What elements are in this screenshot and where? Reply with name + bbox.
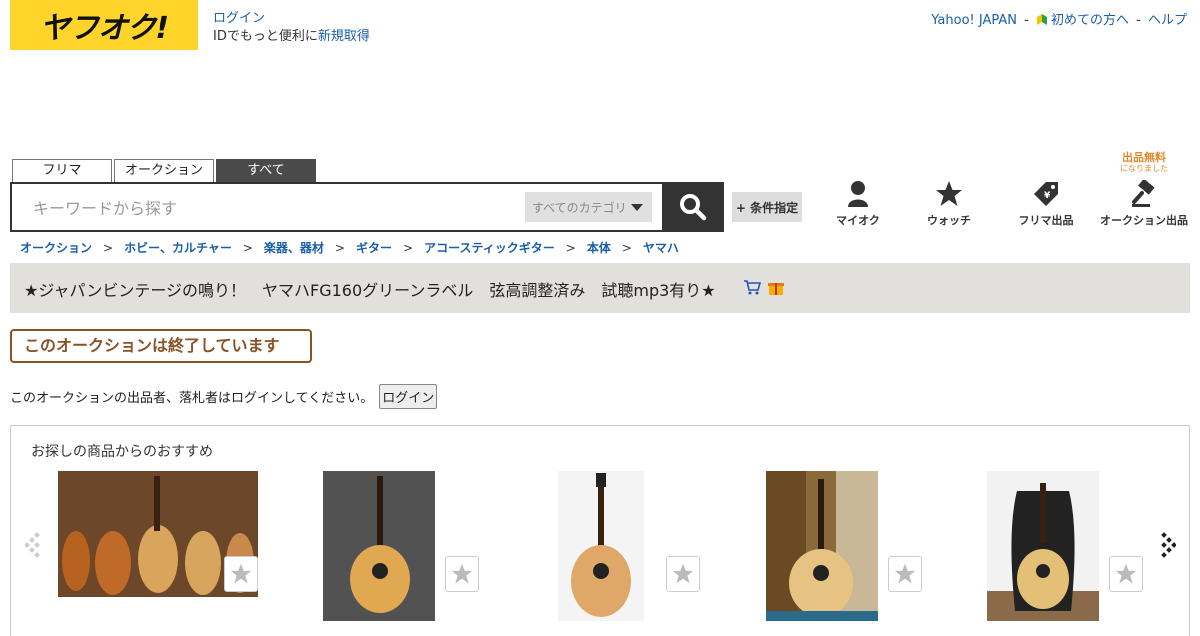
breadcrumb-item[interactable]: アコースティックギター: [424, 241, 555, 255]
breadcrumb-separator: >: [334, 241, 345, 255]
star-icon: [451, 563, 473, 584]
breadcrumb-separator: >: [403, 241, 414, 255]
beginner-mark-icon: [1036, 14, 1047, 25]
breadcrumb-separator: >: [103, 241, 114, 255]
category-select[interactable]: すべてのカテゴリ: [525, 192, 652, 222]
gavel-icon: [1132, 180, 1155, 207]
nav-label: マイオク: [836, 214, 880, 227]
product-image[interactable]: [558, 471, 644, 621]
beginners-link[interactable]: 初めての方へ: [1051, 13, 1129, 28]
login-prompt: IDでもっと便利に: [213, 29, 318, 44]
watch-star-button[interactable]: [888, 556, 922, 592]
free-listing-badge: 出品無料 になりました: [1104, 152, 1184, 174]
price-tag-icon: ¥: [1034, 182, 1058, 206]
search-button[interactable]: [662, 182, 724, 232]
login-notice-text: このオークションの出品者、落札者はログインしてください。: [10, 391, 374, 406]
star-icon: [672, 563, 694, 584]
separator: -: [1136, 13, 1141, 28]
top-links: Yahoo! JAPAN - 初めての方へ - ヘルプ: [931, 9, 1187, 28]
search-input[interactable]: [12, 184, 535, 232]
separator: -: [1024, 13, 1029, 28]
breadcrumb: オークション > ホビー、カルチャー > 楽器、器材 > ギター > アコースティックギター > 本…: [20, 239, 679, 256]
watch-link[interactable]: ウォッチ: [904, 180, 994, 228]
breadcrumb-item[interactable]: 楽器、器材: [264, 241, 324, 255]
watch-star-button[interactable]: [666, 556, 700, 592]
login-button[interactable]: ログイン: [379, 384, 438, 409]
recommendations-panel: お探しの商品からのおすすめ: [10, 425, 1190, 636]
nav-label: フリマ出品: [1018, 214, 1074, 227]
product-image[interactable]: [323, 471, 435, 621]
prev-arrow-icon[interactable]: [25, 531, 45, 559]
person-icon: [848, 181, 868, 207]
watch-star-button[interactable]: [1109, 556, 1143, 592]
breadcrumb-separator: >: [621, 241, 632, 255]
breadcrumb-separator: >: [565, 241, 576, 255]
nav-label: ウォッチ: [927, 214, 971, 227]
auction-ended-label: このオークションは終了しています: [10, 329, 312, 363]
nav-label: オークション出品: [1100, 214, 1188, 227]
item-title: ★ジャパンビンテージの鳴り！ ヤマハFG160グリーンラベル 弦高調整済み 試聴…: [24, 281, 716, 300]
star-icon: [894, 563, 916, 584]
star-icon: [936, 181, 962, 206]
breadcrumb-separator: >: [242, 241, 253, 255]
free-badge-sub: になりました: [1120, 164, 1168, 173]
search-tabs: フリマ オークション すべて: [12, 159, 317, 182]
svg-text:¥: ¥: [1044, 191, 1051, 201]
breadcrumb-item[interactable]: ホビー、カルチャー: [124, 241, 232, 255]
product-image[interactable]: [987, 471, 1099, 621]
signup-link[interactable]: 新規取得: [318, 29, 370, 44]
cart-icon: [744, 280, 761, 295]
tab-all[interactable]: すべて: [216, 159, 316, 182]
breadcrumb-item[interactable]: ギター: [356, 241, 392, 255]
login-link[interactable]: ログイン: [213, 11, 265, 26]
watch-star-button[interactable]: [224, 556, 258, 592]
star-icon: [1115, 563, 1137, 584]
yahuoku-logo[interactable]: ヤフオク!: [10, 0, 198, 50]
product-image[interactable]: [766, 471, 878, 621]
tab-auction[interactable]: オークション: [114, 159, 214, 182]
breadcrumb-item[interactable]: ヤマハ: [643, 241, 679, 255]
yahoo-japan-link[interactable]: Yahoo! JAPAN: [931, 13, 1017, 28]
watch-star-button[interactable]: [445, 556, 479, 592]
recommendations-title: お探しの商品からのおすすめ: [31, 444, 213, 460]
logo-text: ヤフオク!: [39, 11, 169, 46]
chevron-down-icon: [630, 203, 643, 211]
search-box: すべてのカテゴリ: [10, 182, 664, 232]
help-link[interactable]: ヘルプ: [1148, 13, 1187, 28]
category-value: すべてのカテゴリ: [532, 200, 627, 215]
login-box: ログイン IDでもっと便利に新規取得: [213, 10, 370, 46]
breadcrumb-item[interactable]: 本体: [587, 241, 611, 255]
tab-furima[interactable]: フリマ: [12, 159, 112, 182]
gift-icon: [768, 283, 784, 295]
furima-sell-link[interactable]: ¥ フリマ出品: [1001, 180, 1091, 228]
condition-button[interactable]: + 条件指定: [732, 192, 802, 222]
my-auction-link[interactable]: マイオク: [813, 180, 903, 228]
star-icon: [230, 563, 252, 584]
search-icon: [680, 194, 707, 221]
item-title-bar: ★ジャパンビンテージの鳴り！ ヤマハFG160グリーンラベル 弦高調整済み 試聴…: [10, 263, 1190, 313]
auction-sell-link[interactable]: オークション出品: [1098, 180, 1190, 228]
next-arrow-icon[interactable]: [1156, 531, 1176, 559]
breadcrumb-item[interactable]: オークション: [20, 241, 92, 255]
login-notice: このオークションの出品者、落札者はログインしてください。 ログイン: [10, 384, 438, 409]
